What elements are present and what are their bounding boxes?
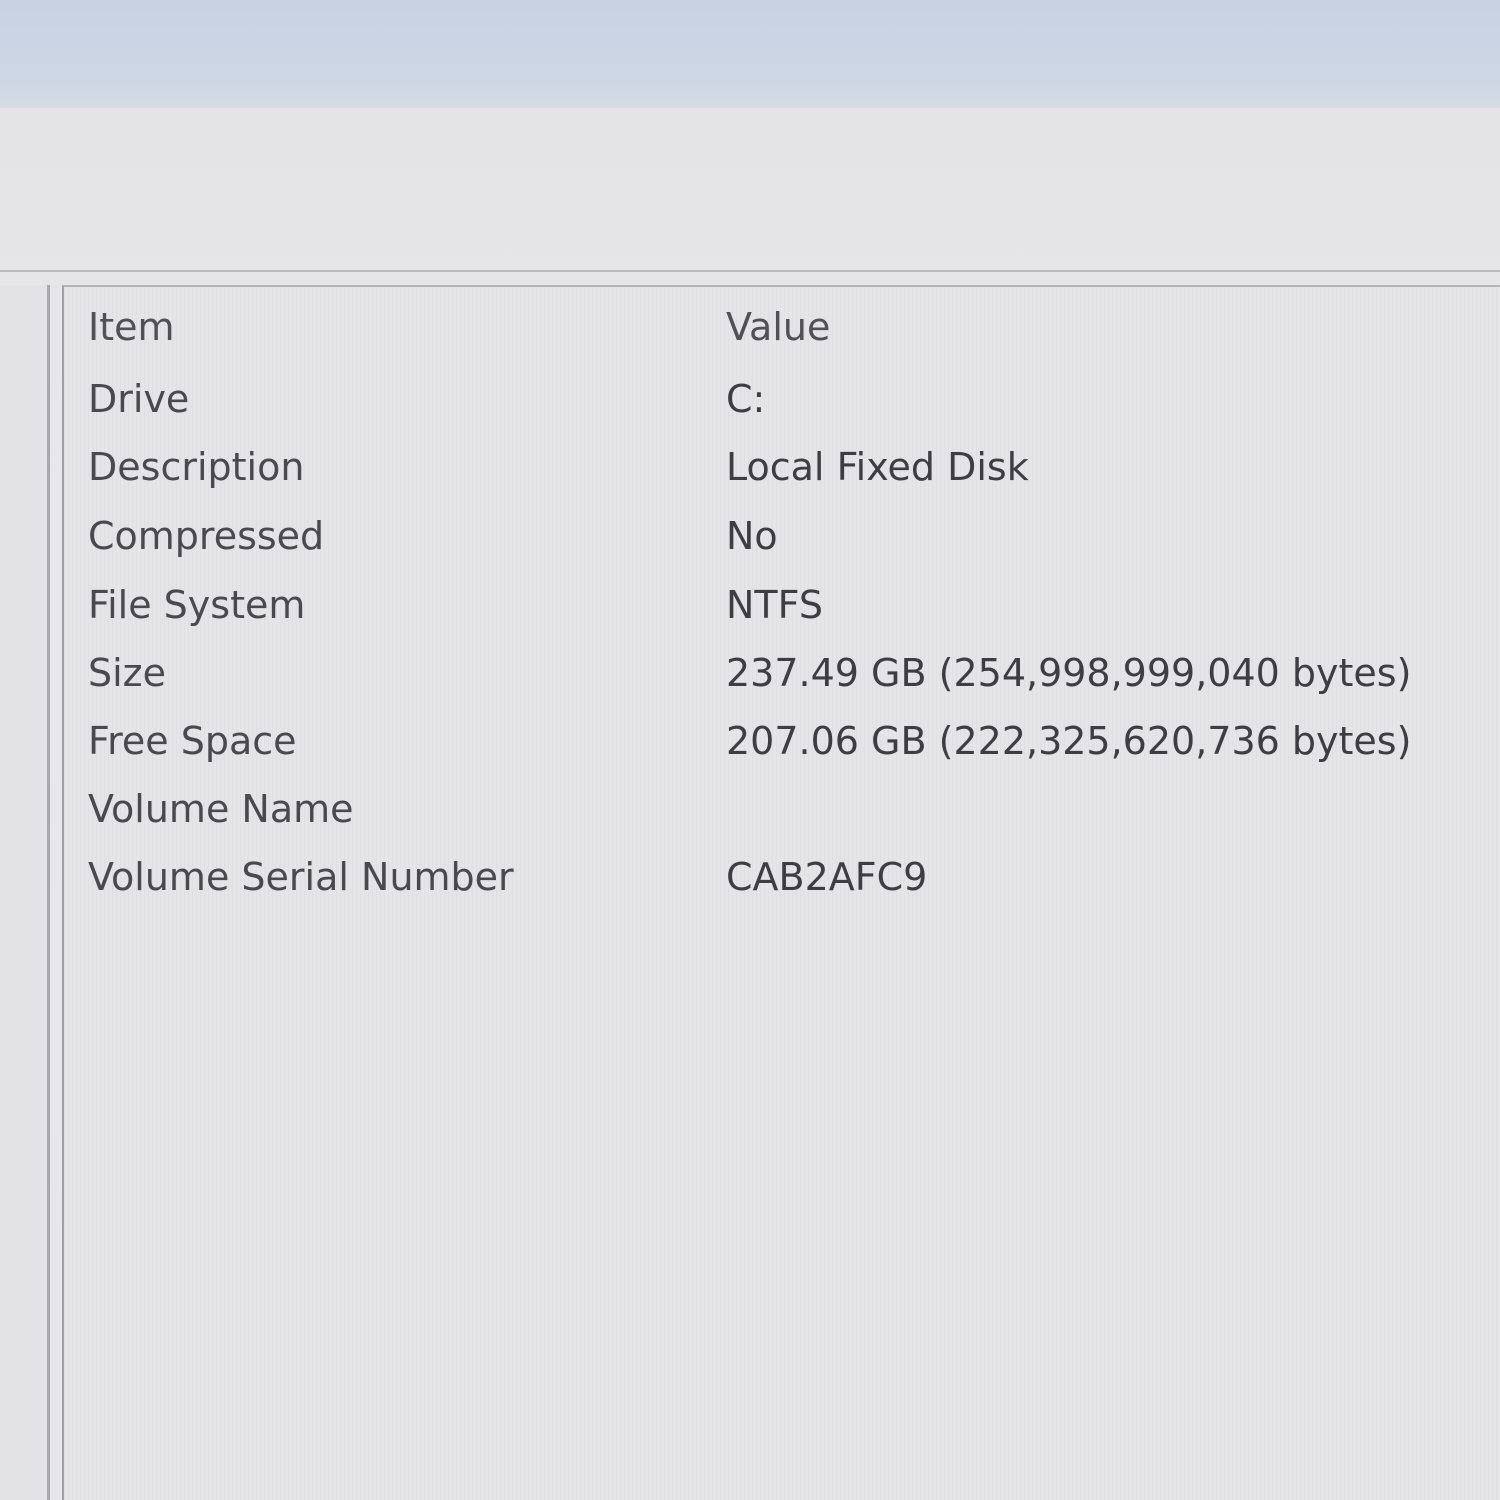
pane-divider (0, 270, 1500, 272)
item-cell: Compressed (88, 514, 325, 558)
value-cell: C: (726, 377, 766, 421)
table-row[interactable]: Volume Serial Number CAB2AFC9 (64, 847, 1464, 907)
item-cell: Free Space (88, 719, 297, 763)
item-cell: File System (88, 583, 306, 627)
value-cell: NTFS (726, 583, 823, 627)
item-cell: Volume Name (88, 787, 354, 831)
column-header-row: Item Value (64, 297, 1464, 357)
item-cell: Drive (88, 377, 190, 421)
item-cell: Description (88, 445, 305, 489)
table-row[interactable]: Volume Name (64, 779, 1464, 839)
column-header-value[interactable]: Value (726, 297, 830, 357)
column-header-item[interactable]: Item (88, 297, 175, 357)
value-cell: Local Fixed Disk (726, 445, 1029, 489)
left-pane[interactable] (0, 285, 50, 1500)
table-row[interactable]: Description Local Fixed Disk (64, 437, 1464, 497)
table-row[interactable]: Free Space 207.06 GB (222,325,620,736 by… (64, 711, 1464, 771)
value-cell: 207.06 GB (222,325,620,736 bytes) (726, 719, 1412, 763)
item-cell: Volume Serial Number (88, 855, 514, 899)
value-cell: No (726, 514, 778, 558)
details-list-view[interactable]: Item Value Drive C: Description Local Fi… (62, 285, 1500, 1500)
value-cell: 237.49 GB (254,998,999,040 bytes) (726, 651, 1412, 695)
item-cell: Size (88, 651, 167, 695)
table-row[interactable]: Drive C: (64, 369, 1464, 429)
value-cell: CAB2AFC9 (726, 855, 928, 899)
table-row[interactable]: Size 237.49 GB (254,998,999,040 bytes) (64, 643, 1464, 703)
table-row[interactable]: Compressed No (64, 506, 1464, 566)
table-row[interactable]: File System NTFS (64, 575, 1464, 635)
window-titlebar-strip (0, 0, 1500, 108)
